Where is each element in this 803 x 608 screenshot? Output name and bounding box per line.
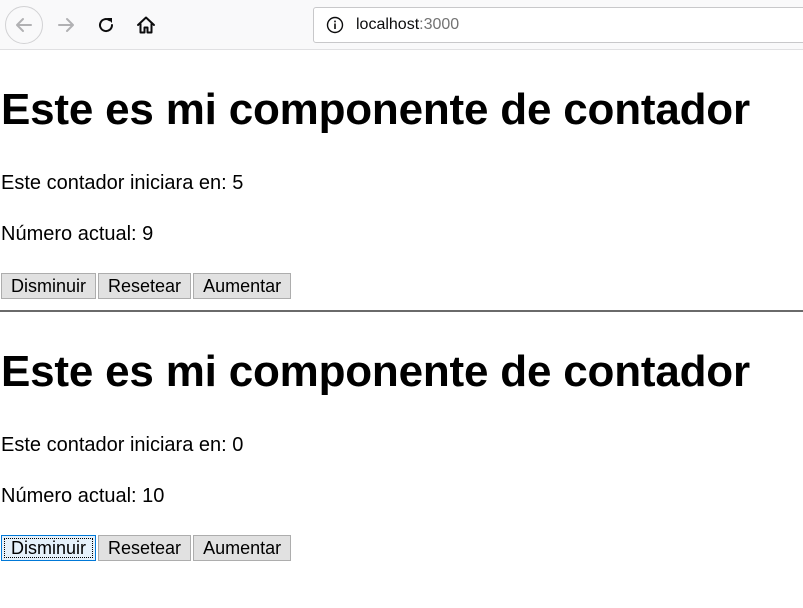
back-button[interactable]: [5, 6, 43, 44]
decrease-button[interactable]: Disminuir: [1, 535, 97, 561]
counter-title: Este es mi componente de contador: [1, 347, 750, 396]
increase-button[interactable]: Aumentar: [193, 273, 292, 299]
counter-title: Este es mi componente de contador: [1, 85, 750, 134]
counter-start-text: Este contador iniciara en: 5: [1, 172, 244, 194]
decrease-button[interactable]: Disminuir: [1, 273, 97, 299]
divider: [0, 310, 803, 312]
forward-arrow-icon: [58, 18, 74, 32]
counter-buttons: Disminuir Resetear Aumentar: [1, 535, 292, 561]
back-arrow-icon: [16, 18, 32, 32]
url-port: :3000: [419, 16, 460, 33]
forward-button[interactable]: [47, 6, 85, 44]
increase-button[interactable]: Aumentar: [193, 535, 292, 561]
url-host: localhost: [356, 16, 420, 33]
url-text[interactable]: localhost:3000: [356, 16, 459, 34]
counter-buttons: Disminuir Resetear Aumentar: [1, 273, 292, 299]
reset-button[interactable]: Resetear: [98, 273, 192, 299]
home-button[interactable]: [127, 6, 165, 44]
reset-button[interactable]: Resetear: [98, 535, 192, 561]
info-icon[interactable]: [326, 16, 344, 34]
reload-button[interactable]: [87, 6, 125, 44]
url-bar[interactable]: localhost:3000: [313, 7, 803, 43]
counter-start-text: Este contador iniciara en: 0: [1, 434, 244, 456]
counter-current-text: Número actual: 10: [1, 485, 165, 507]
reload-icon: [99, 18, 114, 33]
counter-current-text: Número actual: 9: [1, 223, 154, 245]
home-icon: [137, 16, 155, 34]
browser-toolbar: localhost:3000: [0, 0, 803, 50]
